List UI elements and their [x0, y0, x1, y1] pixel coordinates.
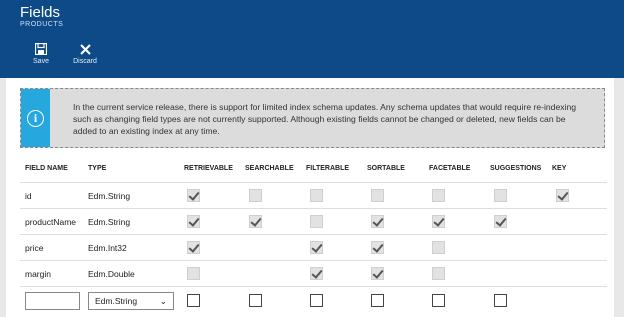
filterable-checkbox	[310, 215, 323, 228]
column-header-suggestions: SUGGESTIONS	[490, 165, 542, 172]
blade-title: Fields	[20, 4, 61, 21]
searchable-checkbox	[249, 189, 262, 202]
info-icon-strip: i	[21, 89, 50, 147]
row-divider	[20, 260, 607, 261]
filterable-checkbox[interactable]	[310, 241, 323, 254]
scrollbar-track[interactable]	[614, 78, 624, 317]
new-sortable-checkbox[interactable]	[371, 294, 384, 307]
filterable-checkbox	[310, 189, 323, 202]
field-type-cell: Edm.Int32	[88, 243, 127, 253]
blade-left-edge	[0, 78, 6, 317]
chevron-down-icon: ⌄	[159, 296, 167, 306]
column-header-field-name: FIELD NAME	[25, 165, 68, 172]
new-field-name-input[interactable]	[25, 292, 80, 310]
save-button[interactable]: Save	[23, 42, 59, 70]
column-header-filterable: FILTERABLE	[306, 165, 350, 172]
close-icon	[67, 42, 103, 56]
type-select-value: Edm.String	[95, 296, 138, 306]
discard-label: Discard	[73, 58, 97, 65]
field-type-cell: Edm.String	[88, 191, 131, 201]
facetable-checkbox	[432, 241, 445, 254]
field-type-cell: Edm.Double	[88, 269, 135, 279]
column-header-facetable: FACETABLE	[429, 165, 471, 172]
column-header-type: TYPE	[88, 165, 107, 172]
field-type-cell: Edm.String	[88, 217, 131, 227]
blade-subtitle: PRODUCTS	[20, 21, 64, 28]
field-name-cell: id	[25, 191, 32, 201]
searchable-checkbox[interactable]	[249, 215, 262, 228]
row-divider	[20, 286, 607, 287]
new-field-type-select[interactable]: Edm.String ⌄	[88, 292, 174, 310]
retrievable-checkbox[interactable]	[187, 241, 200, 254]
info-text: In the current service release, there is…	[73, 102, 577, 136]
sortable-checkbox[interactable]	[371, 215, 384, 228]
row-divider	[20, 182, 607, 183]
row-divider	[20, 208, 607, 209]
facetable-checkbox[interactable]	[432, 215, 445, 228]
sortable-checkbox	[371, 189, 384, 202]
field-name-cell: productName	[25, 217, 77, 227]
save-icon	[23, 42, 59, 56]
column-header-key: KEY	[552, 165, 567, 172]
suggestions-checkbox[interactable]	[494, 215, 507, 228]
key-checkbox[interactable]	[556, 189, 569, 202]
column-header-sortable: SORTABLE	[367, 165, 405, 172]
info-banner: i In the current service release, there …	[20, 88, 605, 148]
field-name-cell: margin	[25, 269, 51, 279]
column-header-retrievable: RETRIEVABLE	[184, 165, 233, 172]
sortable-checkbox[interactable]	[371, 267, 384, 280]
filterable-checkbox[interactable]	[310, 267, 323, 280]
new-searchable-checkbox[interactable]	[249, 294, 262, 307]
blade-header: Fields PRODUCTS Save Discard	[0, 0, 624, 78]
retrievable-checkbox	[187, 267, 200, 280]
new-suggestions-checkbox[interactable]	[494, 294, 507, 307]
new-filterable-checkbox[interactable]	[310, 294, 323, 307]
row-divider	[20, 234, 607, 235]
new-facetable-checkbox[interactable]	[432, 294, 445, 307]
sortable-checkbox[interactable]	[371, 241, 384, 254]
facetable-checkbox	[432, 189, 445, 202]
retrievable-checkbox[interactable]	[187, 215, 200, 228]
retrievable-checkbox[interactable]	[187, 189, 200, 202]
info-icon: i	[27, 110, 44, 127]
new-retrievable-checkbox[interactable]	[187, 294, 200, 307]
facetable-checkbox	[432, 267, 445, 280]
suggestions-checkbox	[494, 189, 507, 202]
discard-button[interactable]: Discard	[67, 42, 103, 70]
save-label: Save	[33, 58, 49, 65]
field-name-cell: price	[25, 243, 44, 253]
column-header-searchable: SEARCHABLE	[245, 165, 294, 172]
